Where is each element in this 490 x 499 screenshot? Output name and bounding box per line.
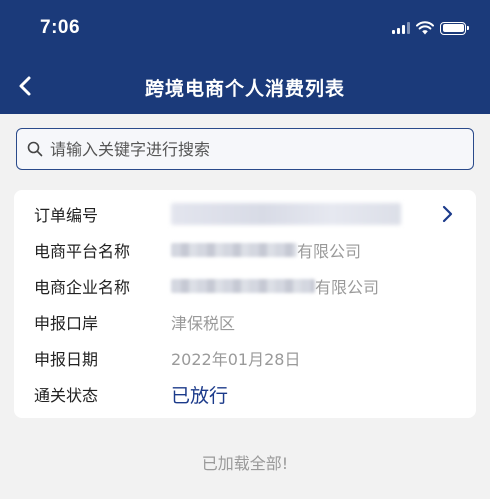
port-row: 申报口岸 津保税区: [14, 307, 476, 337]
status-row: 通关状态 已放行: [14, 379, 476, 409]
battery-icon: [440, 21, 469, 35]
enterprise-label: 电商企业名称: [34, 278, 131, 297]
wifi-icon: [416, 21, 434, 35]
search-icon: [27, 141, 43, 157]
enterprise-suffix: 有限公司: [315, 278, 380, 297]
app-header: 7:06 跨境电商个人消费列表: [0, 0, 490, 114]
date-value: 2022年01月28日: [171, 350, 301, 369]
platform-row: 电商平台名称 有限公司: [14, 235, 476, 265]
date-label: 申报日期: [34, 350, 99, 369]
port-label: 申报口岸: [34, 314, 99, 333]
platform-label: 电商平台名称: [34, 242, 131, 261]
status-time: 7:06: [40, 17, 81, 38]
search-box[interactable]: [16, 128, 474, 170]
nav-bar: 跨境电商个人消费列表: [0, 58, 490, 114]
port-value: 津保税区: [171, 314, 236, 333]
platform-redacted: [171, 243, 297, 257]
declaration-card[interactable]: 订单编号 电商平台名称 有限公司 电商企业名称 有限公司 申报口岸 津保税区 申…: [14, 190, 476, 418]
status-icons: [392, 20, 469, 36]
status-badge: 已放行: [171, 384, 229, 407]
page-title: 跨境电商个人消费列表: [144, 78, 345, 100]
signal-icon: [392, 22, 410, 34]
order-no-redacted: [171, 203, 401, 225]
status-label: 通关状态: [34, 386, 99, 405]
platform-suffix: 有限公司: [297, 242, 362, 261]
search-input[interactable]: [50, 139, 473, 159]
list-end-text: 已加载全部!: [201, 454, 289, 473]
date-row: 申报日期 2022年01月28日: [14, 343, 476, 373]
order-no-label: 订单编号: [34, 206, 99, 225]
platform-value: 有限公司: [171, 238, 361, 262]
enterprise-row: 电商企业名称 有限公司: [14, 271, 476, 301]
status-bar: 7:06: [0, 0, 490, 58]
enterprise-value: 有限公司: [171, 274, 379, 298]
chevron-right-icon[interactable]: [440, 205, 454, 223]
order-no-row: 订单编号: [14, 199, 476, 229]
order-no-value: [171, 203, 401, 225]
enterprise-redacted: [171, 279, 315, 293]
